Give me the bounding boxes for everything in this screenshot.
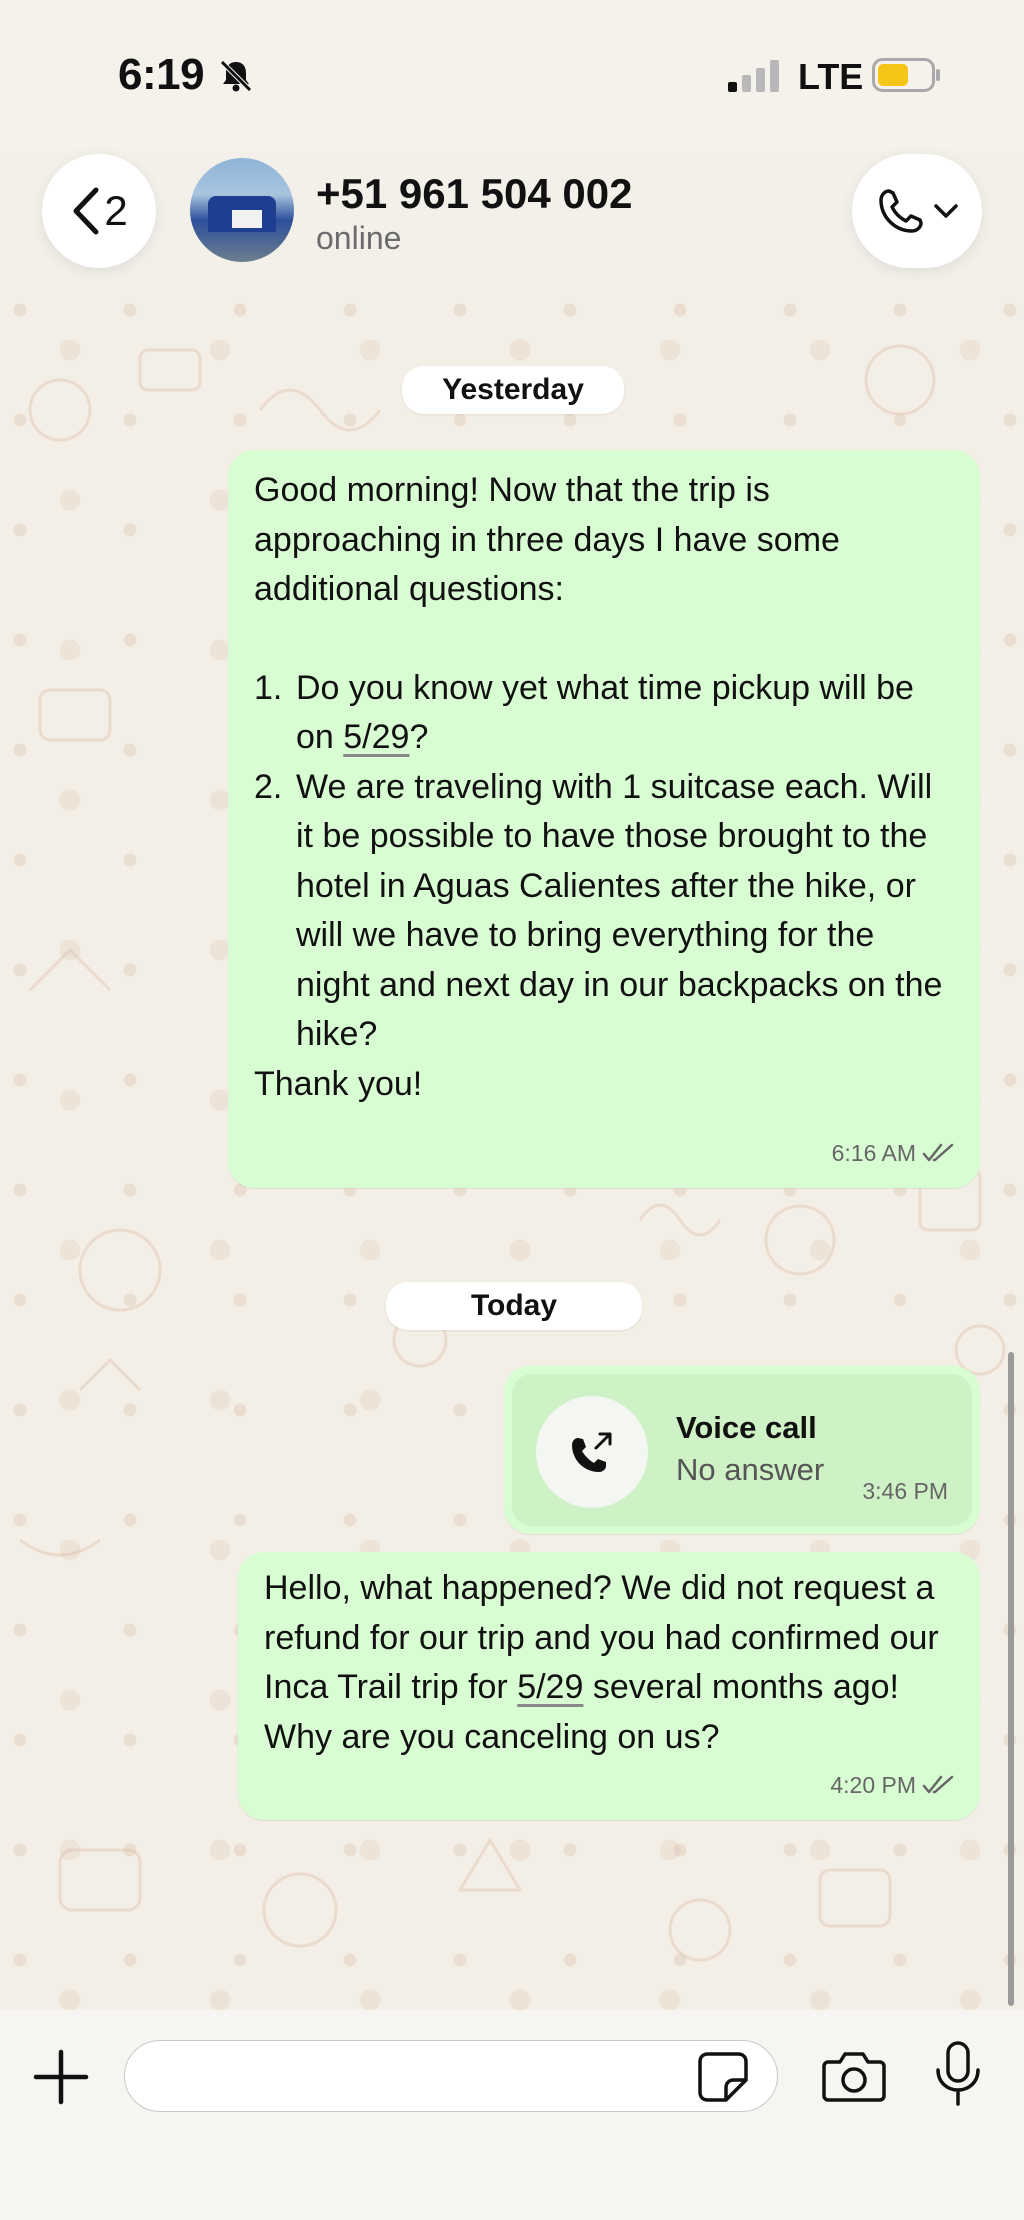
call-status: No answer: [676, 1452, 825, 1487]
double-check-icon: [922, 1776, 954, 1794]
unread-count: 2: [104, 187, 128, 234]
chevron-left-icon: [73, 187, 99, 235]
message-text: Good morning! Now that the trip is appro…: [254, 466, 954, 1109]
list-number: 2.: [254, 767, 283, 806]
message-bubble-outgoing[interactable]: Good morning! Now that the trip is appro…: [228, 450, 980, 1188]
message-time: 4:20 PM: [830, 1771, 916, 1798]
battery-icon: [872, 58, 940, 92]
question-list: 1. Do you know yet what time pickup will…: [254, 664, 954, 1060]
call-icon-circle: [536, 1396, 648, 1508]
sticker-icon[interactable]: [696, 2050, 750, 2104]
call-button[interactable]: [852, 154, 982, 268]
chat-scrollbar[interactable]: [1008, 1352, 1014, 2006]
date-link[interactable]: 5/29: [343, 718, 409, 756]
message-time: 6:16 AM: [831, 1139, 916, 1166]
double-check-icon: [922, 1144, 954, 1162]
call-time: 3:46 PM: [862, 1477, 948, 1504]
contact-name[interactable]: +51 961 504 002: [316, 170, 632, 218]
list-item-text: We are traveling with 1 suitcase each. W…: [296, 767, 943, 1054]
list-number: 1.: [254, 668, 283, 707]
list-item: 2. We are traveling with 1 suitcase each…: [254, 763, 954, 1060]
avatar-banner: [232, 210, 262, 228]
list-item-text-end: ?: [409, 718, 429, 756]
signal-icon: [728, 60, 779, 92]
outgoing-call-icon: [572, 1432, 612, 1472]
network-type: LTE: [798, 56, 864, 97]
plus-icon[interactable]: [30, 2046, 92, 2108]
date-separator-today: Today: [386, 1282, 642, 1330]
back-button[interactable]: 2: [42, 154, 156, 268]
message-closing: Thank you!: [254, 1064, 423, 1103]
microphone-icon[interactable]: [932, 2040, 984, 2108]
message-input-bar: [0, 2010, 1024, 2220]
contact-status: online: [316, 220, 402, 256]
message-meta: 6:16 AM: [832, 1129, 954, 1179]
camera-icon[interactable]: [822, 2048, 886, 2104]
phone-icon: [879, 189, 923, 233]
list-item: 1. Do you know yet what time pickup will…: [254, 664, 954, 763]
bell-slash-icon: [220, 60, 252, 92]
message-text: Hello, what happened? We did not request…: [264, 1564, 954, 1762]
contact-avatar[interactable]: [190, 158, 294, 262]
voice-call-card[interactable]: Voice call No answer 3:46 PM: [512, 1374, 972, 1526]
message-input[interactable]: [124, 2040, 778, 2112]
message-intro: Good morning! Now that the trip is appro…: [254, 471, 840, 608]
chevron-down-icon: [934, 204, 958, 218]
call-title: Voice call: [676, 1410, 817, 1445]
message-bubble-outgoing[interactable]: Hello, what happened? We did not request…: [238, 1552, 980, 1820]
chat-header: 2 +51 961 504 002 online: [0, 150, 1024, 290]
date-separator-yesterday: Yesterday: [402, 366, 624, 414]
status-bar: 6:19 LTE: [0, 0, 1024, 150]
voice-call-bubble[interactable]: Voice call No answer 3:46 PM: [504, 1366, 980, 1534]
date-link[interactable]: 5/29: [517, 1668, 583, 1706]
status-time: 6:19: [118, 50, 205, 99]
message-meta: 4:20 PM: [830, 1761, 954, 1811]
